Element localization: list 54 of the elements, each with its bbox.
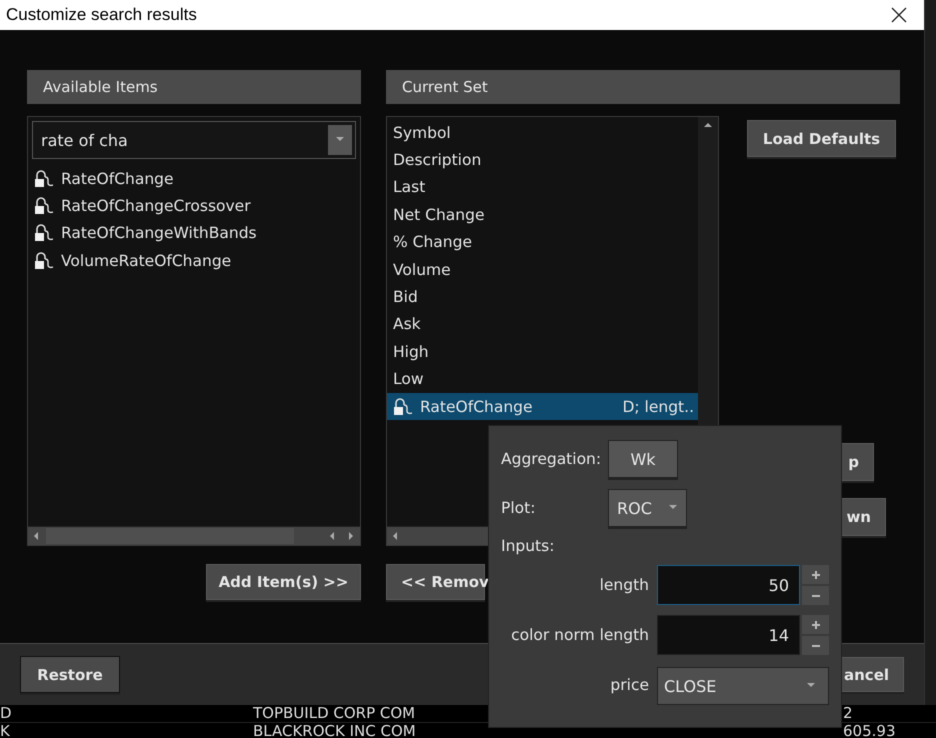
table-cell-text: D (0, 704, 13, 722)
list-item[interactable]: Bid (387, 283, 698, 311)
number-field[interactable]: 14 (657, 615, 800, 655)
field-label: Plot: (501, 499, 536, 517)
section-label: Inputs: (501, 537, 556, 555)
increment-button[interactable] (802, 615, 829, 634)
lock-icon (34, 224, 55, 242)
list-item[interactable]: VolumeRateOfChange (28, 247, 360, 275)
list-item[interactable]: High (387, 338, 698, 366)
list-item[interactable]: RateOfChangeCrossover (28, 192, 360, 220)
list-item[interactable]: RateOfChangeWithBands (28, 220, 360, 248)
field-label: color norm length (511, 626, 649, 644)
list-item[interactable]: % Change (387, 228, 698, 256)
scroll-right-icon (346, 531, 356, 541)
field-label: Aggregation: (501, 450, 602, 468)
table-cell: 2 (843, 704, 853, 722)
panel-header: Current Set (386, 70, 900, 104)
lock-icon (34, 252, 55, 270)
plot-dropdown[interactable]: ROC (608, 489, 687, 527)
plus-icon (810, 570, 820, 580)
select-field[interactable]: CLOSE (657, 667, 829, 705)
lock-icon (34, 197, 55, 216)
lock-icon (393, 398, 414, 416)
field-label: length (600, 576, 649, 594)
add-items-button[interactable]: Add Item(s) >> (206, 564, 361, 600)
window-title: Customize search results (6, 5, 197, 25)
list-item[interactable]: RateOfChange D; lengt.. (387, 392, 698, 420)
load-defaults-button[interactable]: Load Defaults (747, 120, 896, 157)
field-label: price (610, 676, 649, 694)
list-item[interactable]: RateOfChange (28, 165, 360, 192)
decrement-button[interactable] (802, 636, 829, 655)
close-icon[interactable] (890, 6, 908, 24)
restore-button[interactable]: Restore (20, 656, 120, 693)
increment-button[interactable] (802, 565, 829, 584)
panel-header: Available Items (27, 70, 361, 104)
plus-icon (810, 620, 820, 630)
list-item[interactable]: Description (387, 146, 698, 174)
aggregation-button[interactable]: Wk (608, 440, 678, 478)
list-item[interactable]: Ask (387, 310, 698, 338)
search-field[interactable]: rate of cha (32, 121, 356, 159)
table-cell-text: BLACKROCK INC COM (253, 722, 417, 738)
table-cell-text: K (0, 722, 11, 738)
list-item[interactable]: Volume (387, 256, 698, 284)
table-cell-text: TOPBUILD CORP COM (253, 704, 416, 722)
list-item[interactable]: Low (387, 366, 698, 393)
scrollbar[interactable] (28, 526, 360, 545)
number-field[interactable]: 50 (657, 565, 800, 605)
decrement-button[interactable] (802, 586, 829, 605)
lock-icon (34, 170, 55, 188)
table-cell: 605.93 (843, 722, 896, 738)
list-item[interactable]: Net Change (387, 201, 698, 229)
list-item[interactable]: Symbol (387, 119, 698, 146)
list-item[interactable]: Last (387, 174, 698, 202)
scroll-thumb[interactable] (46, 528, 294, 544)
